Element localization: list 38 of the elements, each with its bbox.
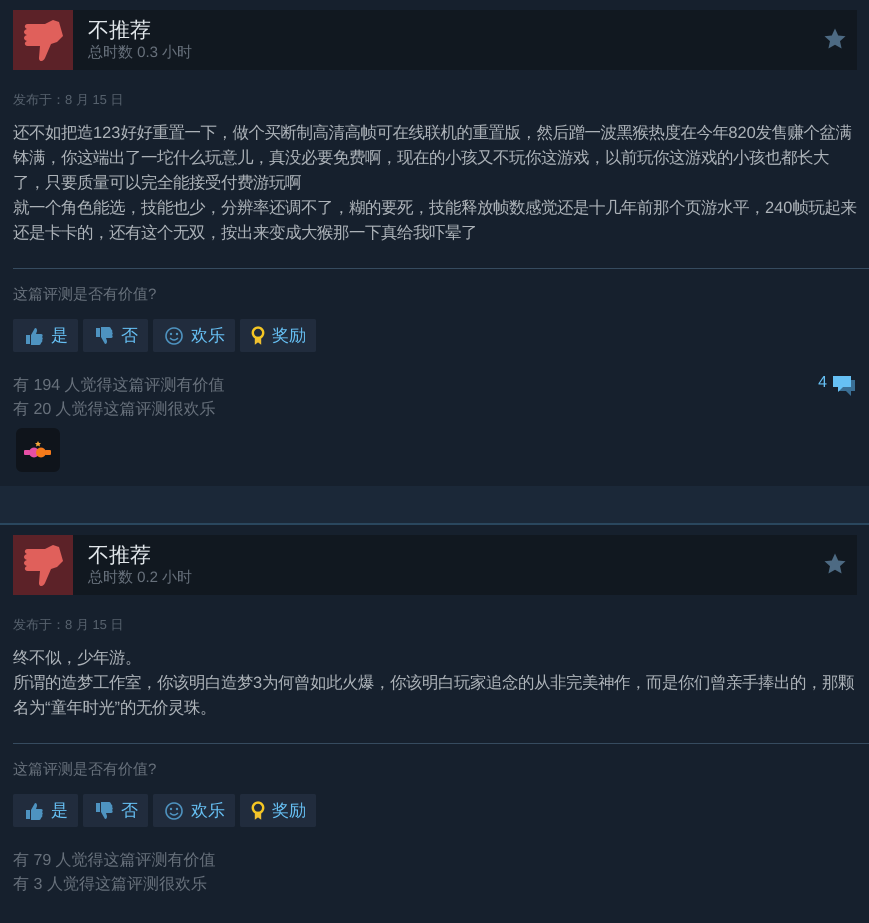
award-badge[interactable] [16, 428, 60, 472]
post-date: 发布于：8 月 15 日 [13, 616, 125, 634]
smiley-icon [163, 800, 185, 820]
post-date: 发布于：8 月 15 日 [13, 91, 125, 109]
star-icon[interactable] [823, 27, 847, 51]
review-text: 就一个角色能选，技能也少，分辨率还调不了，糊的要死，技能释放帧数感觉还是十几年前那个页游水平，240帧玩起来还是卡卡的，还有这个无双，按出来变成大猴那一下真给我吓晕了 [13, 198, 857, 244]
medal-icon [250, 324, 266, 346]
review-verdict: 不推荐 [88, 18, 152, 44]
smiley-icon [163, 326, 185, 346]
thumbs-up-icon [23, 800, 45, 820]
medal-icon [250, 800, 266, 822]
helpful-count: 有 194 人觉得这篇评测有价值 [13, 376, 225, 396]
speech-bubbles-icon [831, 374, 857, 398]
helpful-prompt: 这篇评测是否有价值? [13, 285, 158, 304]
funny-count: 有 20 人觉得这篇评测很欢乐 [13, 400, 217, 420]
thumbs-down-icon [93, 800, 115, 820]
thumbs-up-icon [23, 326, 45, 346]
star-icon[interactable] [823, 552, 847, 576]
playtime: 总时数 0.2 小时 [88, 569, 192, 587]
award-button[interactable]: 奖励 [240, 794, 316, 827]
no-button[interactable]: 否 [83, 794, 148, 827]
funny-count: 有 3 人觉得这篇评测很欢乐 [13, 874, 208, 895]
no-button[interactable]: 否 [83, 319, 148, 352]
thumbs-down-icon [93, 326, 115, 346]
boxing-gloves-icon [23, 440, 53, 460]
review-verdict: 不推荐 [88, 543, 152, 569]
yes-button[interactable]: 是 [13, 794, 78, 827]
comments-link[interactable]: 4 [818, 374, 857, 398]
review-text: 所谓的造梦工作室，你该明白造梦3为何曾如此火爆，你该明白玩家追念的从非完美神作，而是你们曾亲手捧出的，那颗名为“童年时光”的无价灵珠。 [13, 673, 856, 719]
review-text: 还不如把造123好好重置一下，做个买断制高清高帧可在线联机的重置版，然后蹭一波黑猴热度在今年820发售赚个盆满钵满，你这端出了一坨什么玩意儿，真没必要免费啊，现在的小孩又不玩你这游戏，以前玩你这游戏的小孩也都长大了，只要质量可以完全能接受付费游玩啊 [13, 123, 853, 194]
review-text: 终不似，少年游。 [13, 648, 142, 669]
yes-button[interactable]: 是 [13, 319, 78, 352]
funny-button[interactable]: 欢乐 [153, 319, 235, 352]
playtime: 总时数 0.3 小时 [88, 44, 192, 62]
funny-button[interactable]: 欢乐 [153, 794, 235, 827]
helpful-count: 有 79 人觉得这篇评测有价值 [13, 850, 216, 871]
award-button[interactable]: 奖励 [240, 319, 316, 352]
helpful-prompt: 这篇评测是否有价值? [13, 760, 158, 779]
